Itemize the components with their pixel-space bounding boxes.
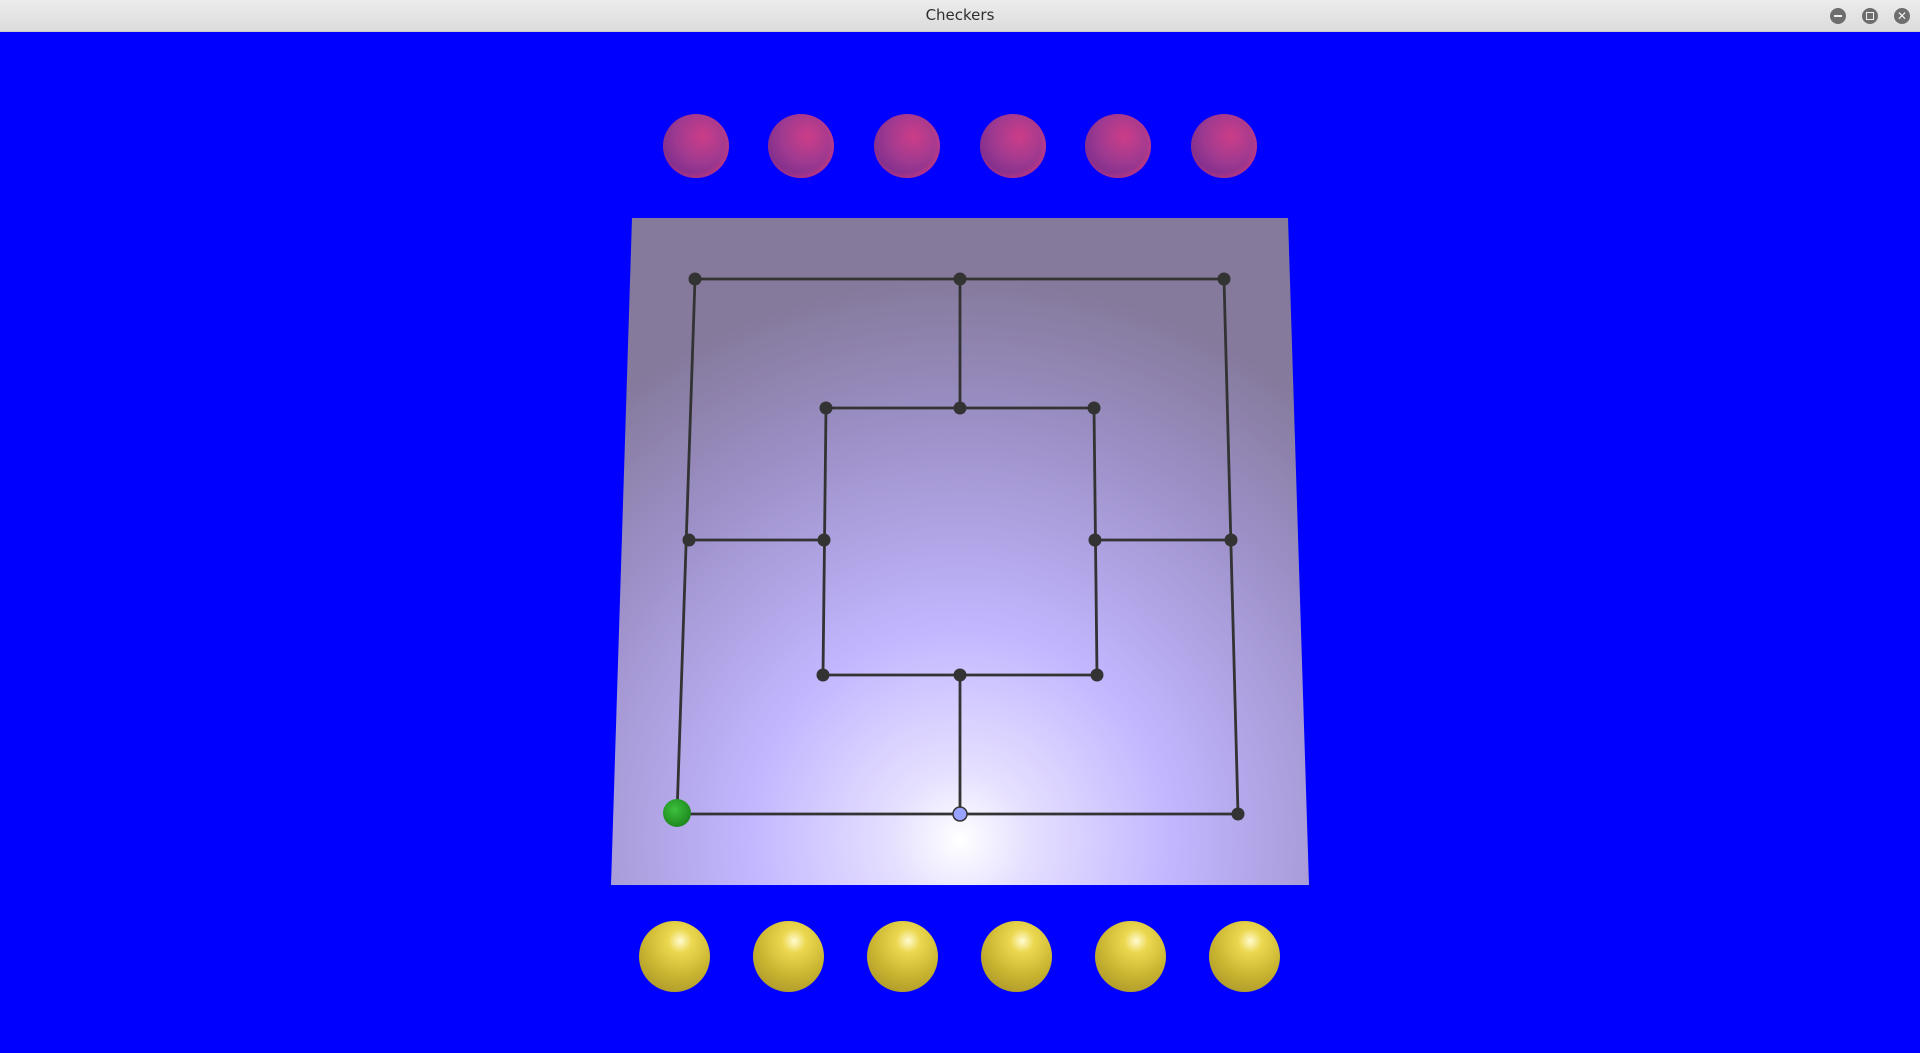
- board-svg: [611, 218, 1309, 885]
- board-point: [1088, 533, 1102, 547]
- yellow-piece[interactable]: [753, 921, 824, 992]
- board-point: [953, 668, 967, 682]
- board-point: [1231, 807, 1245, 821]
- board-point: [953, 401, 967, 415]
- highlighted-point: [952, 806, 968, 822]
- game-board[interactable]: [0, 0, 1920, 1053]
- yellow-piece[interactable]: [981, 921, 1052, 992]
- board-point: [688, 272, 702, 286]
- board-point: [817, 533, 831, 547]
- board-point: [1087, 401, 1101, 415]
- board-point: [1217, 272, 1231, 286]
- yellow-piece[interactable]: [639, 921, 710, 992]
- board-point: [816, 668, 830, 682]
- yellow-piece[interactable]: [1095, 921, 1166, 992]
- yellow-piece[interactable]: [1209, 921, 1280, 992]
- board-point: [953, 272, 967, 286]
- board-point: [1090, 668, 1104, 682]
- board-point: [819, 401, 833, 415]
- board-point: [1224, 533, 1238, 547]
- green-piece: [663, 799, 691, 827]
- yellow-piece[interactable]: [867, 921, 938, 992]
- board-point: [682, 533, 696, 547]
